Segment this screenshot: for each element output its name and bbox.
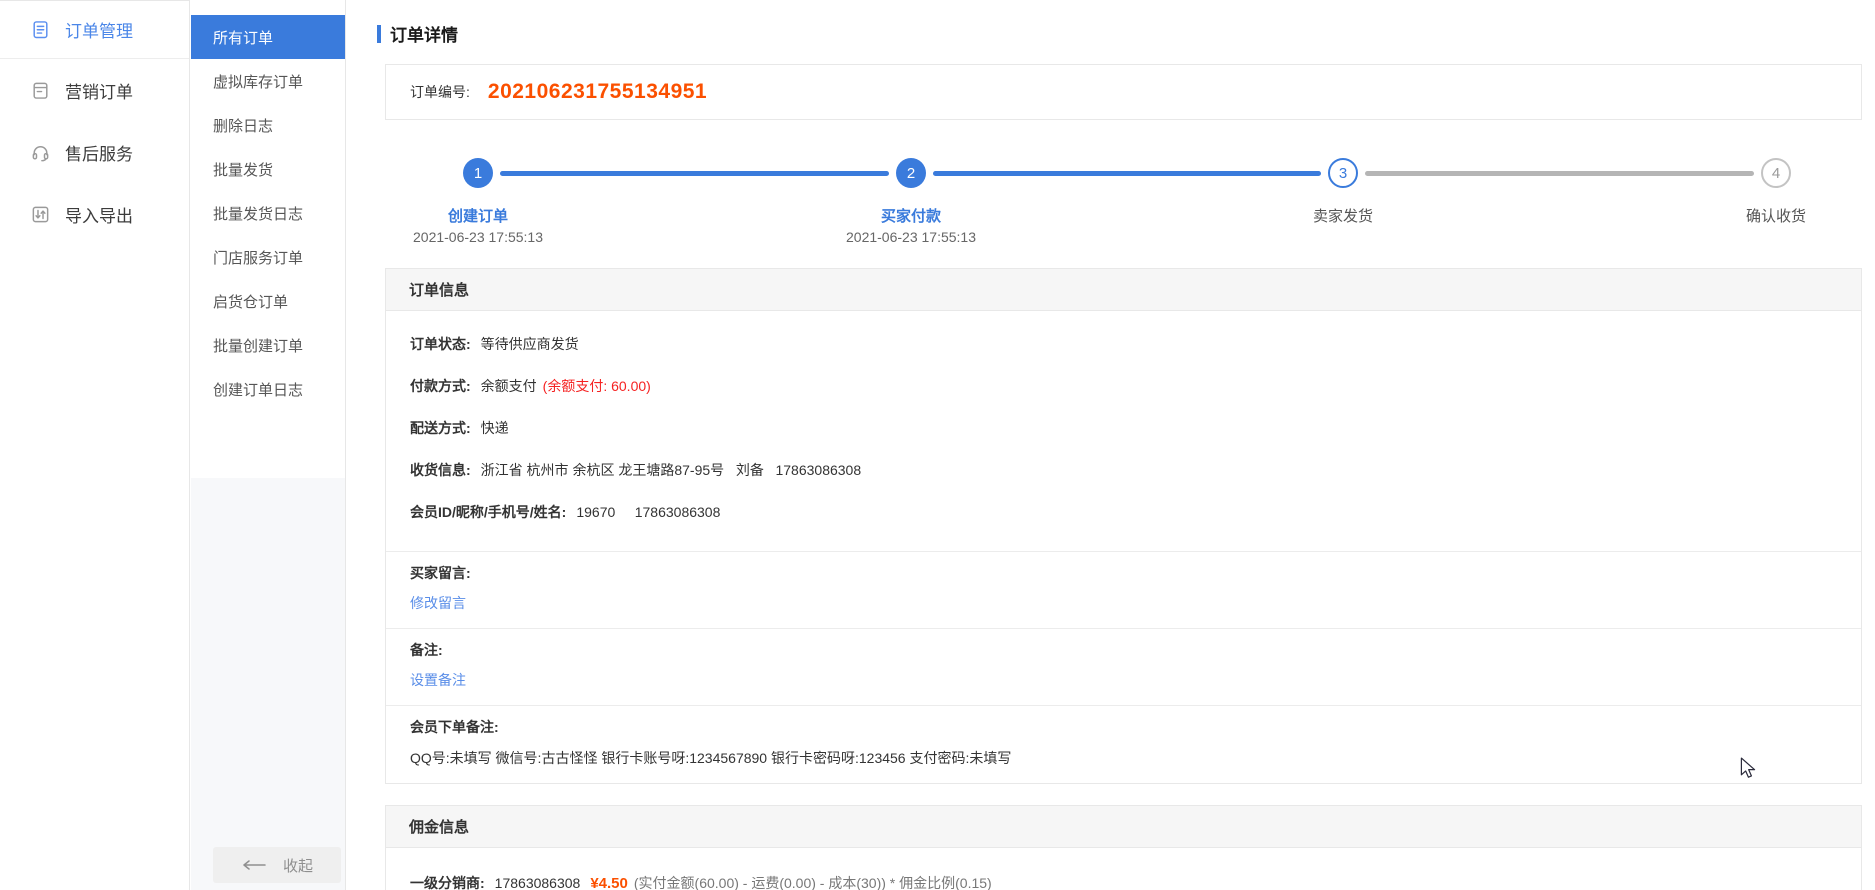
set-remark-link[interactable]: 设置备注 [410,667,1861,693]
submenu-item-batch-ship-log[interactable]: 批量发货日志 [191,191,345,235]
sidebar-item-label: 订单管理 [65,17,133,42]
sidebar-lower-background [191,478,345,890]
commission-section: 佣金信息 一级分销商: 17863086308 ¥4.50 (实付金额(60.0… [385,805,1862,890]
sidebar-item-after-sale-service[interactable]: 售后服务 [0,121,189,183]
order-list-icon [30,19,51,40]
order-info-body: 订单状态: 等待供应商发货 付款方式: 余额支付 (余额支付: 60.00) 配… [386,311,1861,770]
submenu-item-create-order-log[interactable]: 创建订单日志 [191,367,345,411]
submenu-item-batch-ship[interactable]: 批量发货 [191,147,345,191]
divider [386,705,1861,706]
submenu-item-batch-create-orders[interactable]: 批量创建订单 [191,323,345,367]
delivery-method-row: 配送方式: 快递 [386,407,1861,449]
secondary-sidebar: 所有订单 虚拟库存订单 删除日志 批量发货 批量发货日志 门店服务订单 启货仓订… [191,0,346,890]
edit-message-link[interactable]: 修改留言 [410,590,1861,616]
order-info-header: 订单信息 [386,269,1861,311]
payment-method-row: 付款方式: 余额支付 (余额支付: 60.00) [386,365,1861,407]
sidebar-item-import-export[interactable]: 导入导出 [0,183,189,245]
left-arrow-icon [241,860,267,870]
title-accent-bar [377,25,381,43]
step-connector-2-3 [933,171,1321,176]
step-number-badge: 2 [896,158,926,188]
order-info-section: 订单信息 订单状态: 等待供应商发货 付款方式: 余额支付 (余额支付: 60.… [385,268,1862,784]
divider [386,628,1861,629]
sidebar-item-marketing-orders[interactable]: 营销订单 [0,59,189,121]
order-number-value: 202106231755134951 [488,80,707,104]
remark-block: 备注: 设置备注 [386,637,1861,693]
sidebar-item-order-management[interactable]: 订单管理 [0,1,189,59]
import-export-icon [30,204,51,225]
primary-sidebar: 订单管理 营销订单 售后服务 [0,0,190,890]
commission-amount: ¥4.50 [590,875,628,890]
balance-payment-amount: (余额支付: 60.00) [543,376,651,396]
sidebar-item-label: 营销订单 [65,78,133,103]
submenu-item-store-service-orders[interactable]: 门店服务订单 [191,235,345,279]
headset-icon [30,142,51,163]
sidebar-item-label: 售后服务 [65,140,133,165]
step-connector-3-4 [1365,171,1754,176]
buyer-message-block: 买家留言: 修改留言 [386,560,1861,616]
member-id-row: 会员ID/昵称/手机号/姓名: 19670 17863086308 [386,491,1861,533]
commission-header: 佣金信息 [386,806,1861,848]
order-progress-steps: 1 创建订单 2021-06-23 17:55:13 2 买家付款 2021-0… [385,158,1862,250]
submenu-item-delete-log[interactable]: 删除日志 [191,103,345,147]
step-number-badge: 4 [1761,158,1791,188]
order-number-card: 订单编号: 202106231755134951 [385,64,1862,120]
sidebar-item-label: 导入导出 [65,202,133,227]
submenu-item-warehouse-orders[interactable]: 启货仓订单 [191,279,345,323]
member-order-note-block: 会员下单备注: QQ号:未填写 微信号:古古怪怪 银行卡账号呀:12345678… [386,714,1861,770]
submenu-item-virtual-stock-orders[interactable]: 虚拟库存订单 [191,59,345,103]
divider [386,551,1861,552]
member-order-note-text: QQ号:未填写 微信号:古古怪怪 银行卡账号呀:1234567890 银行卡密码… [410,746,1861,770]
marketing-doc-icon [30,80,51,101]
step-connector-1-2 [500,171,889,176]
submenu-item-all-orders[interactable]: 所有订单 [191,15,345,59]
commission-formula: (实付金额(60.00) - 运费(0.00) - 成本(30)) * 佣金比例… [634,873,992,890]
order-detail-page: 订单管理 营销订单 售后服务 [0,0,1875,890]
collapse-label: 收起 [283,855,313,876]
order-submenu: 所有订单 虚拟库存订单 删除日志 批量发货 批量发货日志 门店服务订单 启货仓订… [191,15,345,411]
order-status-row: 订单状态: 等待供应商发货 [386,323,1861,365]
shipping-address-row: 收货信息: 浙江省 杭州市 余杭区 龙王塘路87-95号 刘备 17863086… [386,449,1861,491]
collapse-sidebar-button[interactable]: 收起 [213,847,341,883]
page-title: 订单详情 [377,21,458,46]
step-number-badge: 1 [463,158,493,188]
step-number-badge: 3 [1328,158,1358,188]
distributor-commission-row: 一级分销商: 17863086308 ¥4.50 (实付金额(60.00) - … [386,848,1861,890]
distributor-account: 17863086308 [495,875,581,890]
order-number-label: 订单编号: [410,82,470,102]
